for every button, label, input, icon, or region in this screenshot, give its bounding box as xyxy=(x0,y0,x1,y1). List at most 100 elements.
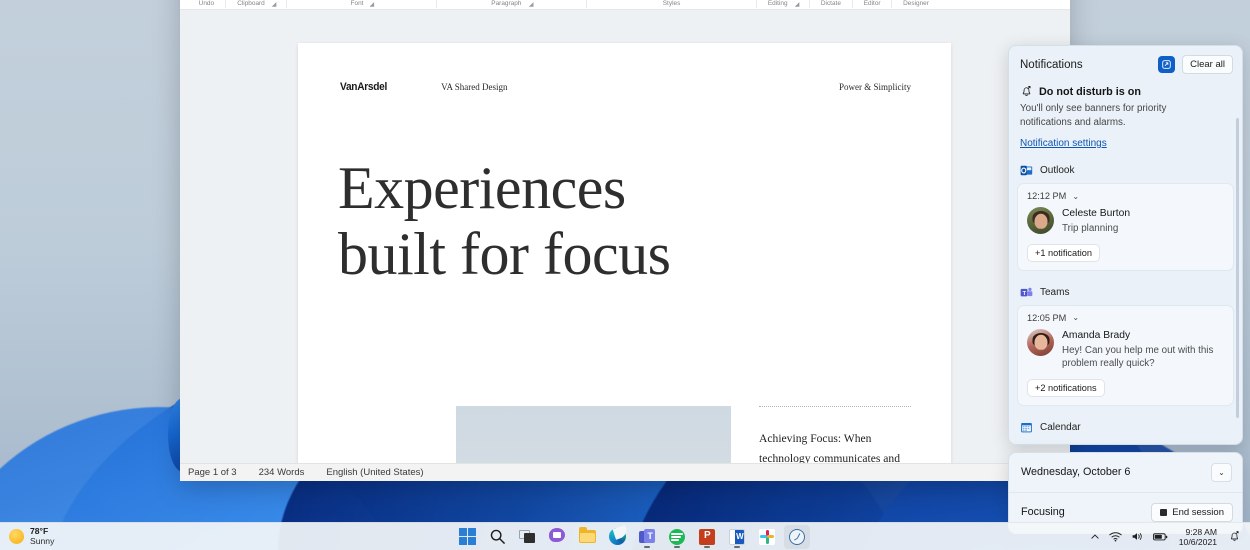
notification-settings-link[interactable]: Notification settings xyxy=(1020,138,1107,149)
notification-item[interactable]: 12:05 PM ⌄ Amanda Brady Hey! Can you hel… xyxy=(1017,304,1234,406)
ribbon-group-label: Designer xyxy=(903,0,930,7)
ribbon-group-styles[interactable]: Styles xyxy=(587,0,758,8)
document-header-right: Power & Simplicity xyxy=(839,82,911,92)
running-indicator xyxy=(734,545,741,548)
do-not-disturb-banner: Do not disturb is on You'll only see ban… xyxy=(1009,80,1242,155)
status-page-number[interactable]: Page 1 of 3 xyxy=(188,467,237,478)
windows-start-icon xyxy=(458,528,476,545)
chevron-up-icon[interactable] xyxy=(1090,532,1100,542)
app-group-header-teams: T Teams xyxy=(1009,277,1242,305)
dialog-launcher-icon[interactable]: ◢ xyxy=(529,1,534,8)
battery-icon[interactable] xyxy=(1152,532,1168,542)
dialog-launcher-icon[interactable]: ◢ xyxy=(370,1,375,8)
document-header: VanArsdel VA Shared Design Power & Simpl… xyxy=(338,81,911,93)
ribbon-group-designer[interactable]: Designer xyxy=(892,0,940,8)
taskbar-search-button[interactable] xyxy=(484,525,510,549)
ribbon-group-dictate[interactable]: Dictate xyxy=(810,0,854,8)
ribbon-group-label: Dictate xyxy=(821,0,842,7)
wifi-icon[interactable] xyxy=(1109,531,1122,542)
clear-all-button[interactable]: Clear all xyxy=(1182,55,1233,74)
taskbar-slack-button[interactable] xyxy=(754,525,780,549)
document-page[interactable]: VanArsdel VA Shared Design Power & Simpl… xyxy=(298,43,951,463)
document-title: Experiences built for focus xyxy=(338,155,758,287)
taskbar-task-view-button[interactable] xyxy=(514,525,540,549)
running-indicator xyxy=(704,545,711,548)
chat-icon xyxy=(548,528,566,545)
folder-icon xyxy=(578,527,596,545)
do-not-disturb-title: Do not disturb is on xyxy=(1039,85,1141,98)
ribbon-group-editor[interactable]: Editor xyxy=(853,0,893,8)
spotify-icon xyxy=(669,528,686,545)
notification-bell-dnd-icon[interactable] xyxy=(1228,530,1241,543)
dialog-launcher-icon[interactable]: ◢ xyxy=(795,1,800,8)
outlook-icon xyxy=(1020,165,1033,176)
taskbar-app-strip: T xyxy=(175,524,1090,549)
taskbar-teams-button[interactable]: T xyxy=(634,525,660,549)
notification-center[interactable]: Notifications Clear all Do not disturb i… xyxy=(1008,45,1243,534)
taskbar-edge-button[interactable] xyxy=(604,525,630,549)
do-not-disturb-icon xyxy=(1162,60,1171,69)
end-session-button[interactable]: End session xyxy=(1151,502,1233,522)
taskbar[interactable]: 78°F Sunny T P W 9:28 AM 10/6/2021 xyxy=(0,522,1250,550)
ribbon-group-undo[interactable]: Undo xyxy=(188,0,226,8)
document-canvas[interactable]: VanArsdel VA Shared Design Power & Simpl… xyxy=(180,10,1070,463)
sun-icon xyxy=(9,529,24,544)
system-tray[interactable]: 9:28 AM 10/6/2021 xyxy=(1090,527,1250,547)
tray-date: 10/6/2021 xyxy=(1178,536,1217,547)
taskbar-file-explorer-button[interactable] xyxy=(574,525,600,549)
powerpoint-icon xyxy=(699,528,716,545)
word-ribbon[interactable]: Undo Clipboard ◢ Font ◢ Paragraph ◢ Styl… xyxy=(180,0,1070,10)
ribbon-group-label: Styles xyxy=(663,0,681,7)
notifications-list[interactable]: Do not disturb is on You'll only see ban… xyxy=(1009,80,1242,444)
taskbar-clock-app-button[interactable] xyxy=(784,524,811,549)
ribbon-group-clipboard[interactable]: Clipboard ◢ xyxy=(226,0,288,8)
more-notifications-badge[interactable]: +1 notification xyxy=(1027,243,1100,262)
word-window[interactable]: Undo Clipboard ◢ Font ◢ Paragraph ◢ Styl… xyxy=(180,0,1070,481)
document-title-line1: Experiences xyxy=(338,155,626,221)
notification-sender: Celeste Burton xyxy=(1062,208,1131,219)
taskbar-clock[interactable]: 9:28 AM 10/6/2021 xyxy=(1177,527,1219,547)
running-indicator xyxy=(644,545,651,548)
taskbar-start-button[interactable] xyxy=(454,525,480,549)
ribbon-group-font[interactable]: Font ◢ xyxy=(287,0,438,8)
notifications-scrollbar[interactable] xyxy=(1236,118,1239,418)
calendar-date-row[interactable]: Wednesday, October 6 ⌄ xyxy=(1009,453,1242,493)
notifications-panel[interactable]: Notifications Clear all Do not disturb i… xyxy=(1008,45,1243,445)
clock-icon xyxy=(789,528,806,545)
ribbon-group-label: Undo xyxy=(198,0,215,7)
document-image[interactable] xyxy=(456,406,731,463)
weather-temperature: 78°F xyxy=(30,526,49,536)
app-name: Outlook xyxy=(1040,165,1075,176)
task-view-icon xyxy=(518,528,536,545)
do-not-disturb-toggle[interactable] xyxy=(1158,56,1176,73)
speaker-icon[interactable] xyxy=(1131,531,1144,542)
search-icon xyxy=(490,529,505,544)
notification-item[interactable]: 12:12 PM ⌄ Celeste Burton Trip planning … xyxy=(1017,183,1234,271)
chevron-down-icon[interactable]: ⌄ xyxy=(1072,313,1079,322)
notification-time: 12:05 PM xyxy=(1027,312,1067,323)
chevron-down-icon[interactable]: ⌄ xyxy=(1072,192,1079,201)
running-indicator xyxy=(674,545,681,548)
taskbar-weather-widget[interactable]: 78°F Sunny xyxy=(0,526,175,547)
word-status-bar[interactable]: Page 1 of 3 234 Words English (United St… xyxy=(180,463,1070,481)
taskbar-spotify-button[interactable] xyxy=(664,525,690,549)
notification-message: Trip planning xyxy=(1062,223,1119,234)
taskbar-powerpoint-button[interactable] xyxy=(694,525,720,549)
edge-icon xyxy=(608,528,626,545)
ribbon-group-editing[interactable]: Editing ◢ xyxy=(757,0,811,8)
document-header-middle: VA Shared Design xyxy=(441,82,508,92)
more-notifications-badge[interactable]: +2 notifications xyxy=(1027,378,1105,397)
status-word-count[interactable]: 234 Words xyxy=(259,467,305,478)
taskbar-word-button[interactable] xyxy=(724,525,750,549)
taskbar-chat-button[interactable] xyxy=(544,525,570,549)
status-language[interactable]: English (United States) xyxy=(326,467,423,478)
app-name: Calendar xyxy=(1040,421,1081,433)
calendar-expand-button[interactable]: ⌄ xyxy=(1211,462,1232,482)
document-brand-logo: VanArsdel xyxy=(340,81,388,93)
app-group-header-outlook: Outlook xyxy=(1009,155,1242,183)
dialog-launcher-icon[interactable]: ◢ xyxy=(272,1,277,8)
slack-icon xyxy=(759,528,776,545)
ribbon-group-paragraph[interactable]: Paragraph ◢ xyxy=(437,0,588,8)
stop-icon xyxy=(1160,508,1168,516)
chevron-down-icon: ⌄ xyxy=(1218,467,1225,477)
